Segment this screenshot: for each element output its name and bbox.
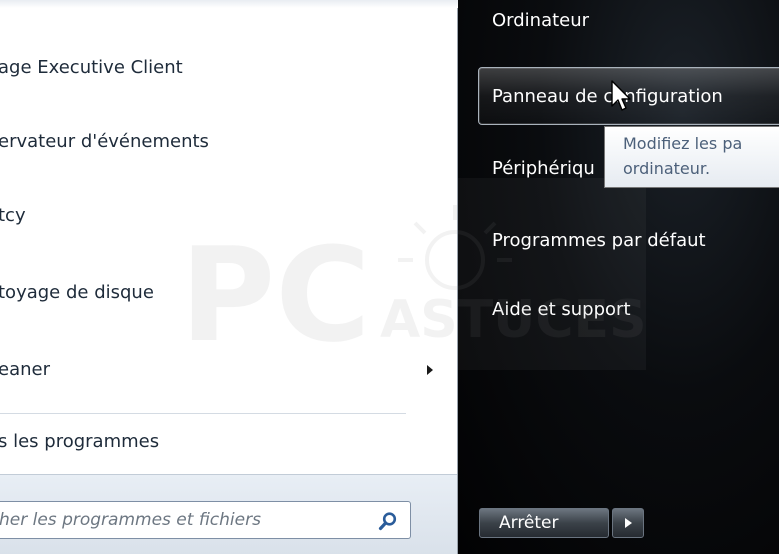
program-item-submenu[interactable]: eaner (0, 350, 440, 390)
shutdown-label: Arrêter (499, 513, 559, 533)
top-shade (0, 0, 458, 8)
tooltip-line2: ordinateur. (623, 159, 711, 178)
program-label: tcy (0, 205, 26, 226)
search-icon[interactable] (378, 511, 398, 531)
arrow-right-icon (427, 365, 433, 375)
tooltip-line1: Modifiez les pa (623, 134, 743, 153)
start-menu: age Executive Client ervateur d'événemen… (0, 0, 779, 554)
all-programs-button[interactable]: s les programmes (0, 422, 458, 462)
program-item[interactable]: toyage de disque (0, 273, 440, 313)
search-input[interactable]: her les programmes et fichiers (0, 501, 411, 539)
program-item[interactable]: age Executive Client (0, 48, 440, 88)
separator (0, 413, 406, 414)
program-label: ervateur d'événements (0, 131, 209, 152)
all-programs-label: s les programmes (0, 431, 160, 452)
programs-panel: age Executive Client ervateur d'événemen… (0, 0, 458, 554)
place-label: Ordinateur (492, 10, 590, 31)
shutdown-options-button[interactable] (612, 508, 644, 538)
tooltip: Modifiez les pa ordinateur. (604, 126, 779, 188)
place-label: Périphériqu (492, 158, 595, 179)
program-label: toyage de disque (0, 282, 154, 303)
place-item-devices[interactable]: Périphériqu (492, 158, 595, 179)
shutdown-button[interactable]: Arrêter (479, 508, 609, 538)
arrow-right-icon (625, 518, 632, 528)
program-label: eaner (0, 359, 50, 380)
program-label: age Executive Client (0, 57, 183, 78)
search-placeholder: her les programmes et fichiers (0, 510, 261, 530)
mouse-cursor-icon (611, 80, 631, 111)
watermark-shade (458, 178, 646, 370)
program-item[interactable]: tcy (0, 196, 440, 236)
place-label: Panneau de configuration (492, 86, 723, 107)
place-item-control-panel[interactable]: Panneau de configuration (492, 86, 723, 107)
program-item[interactable]: ervateur d'événements (0, 122, 440, 162)
place-item-computer[interactable]: Ordinateur (492, 10, 589, 31)
